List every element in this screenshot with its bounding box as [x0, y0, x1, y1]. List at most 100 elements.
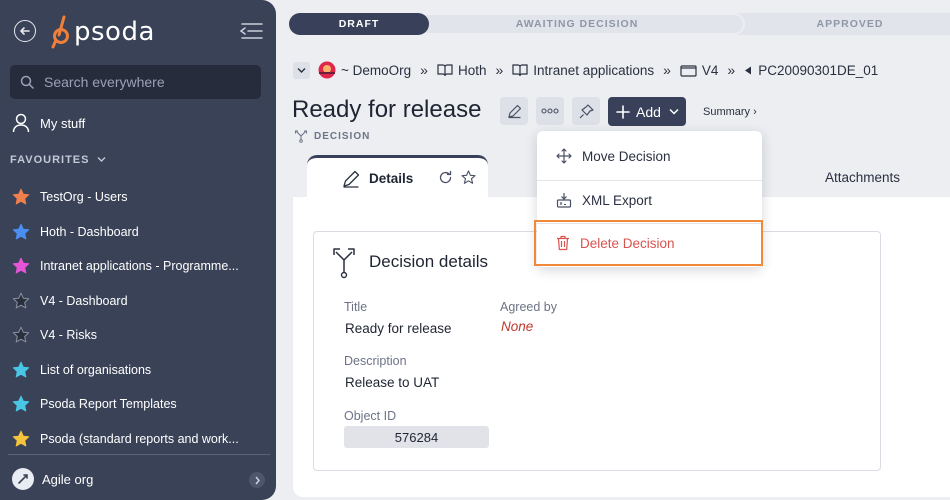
edit-button[interactable] [500, 97, 528, 125]
object-id-value: 576284 [344, 426, 489, 448]
tab-details[interactable]: Details [307, 155, 488, 199]
xml-export-item[interactable]: XML Export [537, 180, 762, 220]
xml-export-icon [556, 193, 572, 208]
caret-left-icon [745, 66, 752, 74]
org-logo-icon [318, 61, 336, 79]
folder-icon [680, 64, 697, 77]
breadcrumb-separator: » [495, 62, 504, 78]
breadcrumb-hoth[interactable]: Hoth [437, 62, 487, 78]
move-decision-item[interactable]: Move Decision [537, 136, 762, 176]
my-stuff-link[interactable]: My stuff [12, 113, 85, 133]
trash-icon [557, 235, 569, 251]
breadcrumb-dropdown-button[interactable] [293, 61, 310, 79]
breadcrumb-v4[interactable]: V4 [680, 62, 719, 78]
page-title: Ready for release [292, 96, 482, 123]
favourite-label: Hoth - Dashboard [40, 224, 139, 239]
logo-text: psoda [74, 17, 155, 47]
tab-details-label: Details [369, 171, 414, 186]
favourite-label: Psoda (standard reports and work... [40, 431, 239, 446]
star-icon [12, 430, 30, 447]
star-icon [12, 326, 30, 343]
object-type-text: DECISION [314, 130, 371, 142]
notify-button[interactable] [572, 97, 600, 125]
breadcrumb-separator: » [420, 62, 428, 78]
breadcrumb-current: PC20090301DE_01 [758, 62, 879, 78]
my-stuff-label: My stuff [40, 115, 86, 131]
chevron-down-icon [297, 67, 306, 73]
favourite-item[interactable]: Hoth - Dashboard [12, 215, 262, 250]
card-heading-text: Decision details [369, 252, 489, 271]
favourite-label: List of organisations [40, 362, 152, 377]
org-icon [12, 468, 34, 490]
favourite-item[interactable]: Psoda (standard reports and work... [12, 422, 262, 457]
breadcrumb-hoth-label: Hoth [457, 62, 487, 78]
book-icon [512, 64, 528, 77]
breadcrumb-intranet-label: Intranet applications [533, 62, 655, 78]
breadcrumb-intranet[interactable]: Intranet applications [512, 63, 654, 78]
delete-decision-item[interactable]: Delete Decision [534, 220, 763, 266]
search-box[interactable] [10, 65, 261, 99]
status-step-draft: DRAFT [289, 13, 429, 35]
add-button[interactable]: Add [608, 97, 686, 126]
user-icon [12, 113, 30, 133]
breadcrumb-separator: » [727, 62, 736, 78]
psoda-logo[interactable]: psoda [50, 14, 155, 50]
star-icon [12, 361, 30, 378]
breadcrumb: ~ DemoOrg » Hoth » Intranet applications… [293, 60, 878, 80]
xml-export-label: XML Export [582, 192, 653, 208]
psoda-logo-icon [51, 15, 69, 49]
chevron-right-icon[interactable] [249, 472, 265, 488]
favourites-heading[interactable]: FAVOURITES [10, 154, 106, 166]
favourite-item[interactable]: Intranet applications - Programme... [12, 249, 262, 284]
title-value: Ready for release [345, 321, 452, 336]
favourites-heading-label: FAVOURITES [10, 154, 90, 166]
add-button-label: Add [636, 103, 661, 120]
star-icon [12, 257, 30, 274]
tab-actions [438, 170, 476, 185]
tab-attachments[interactable]: Attachments [825, 170, 900, 185]
decision-icon [294, 130, 308, 143]
move-decision-label: Move Decision [582, 148, 671, 164]
breadcrumb-v4-label: V4 [701, 62, 719, 78]
breadcrumb-org[interactable]: ~ DemoOrg [318, 61, 411, 79]
star-outline-icon[interactable] [461, 170, 476, 185]
breadcrumb-org-label: ~ DemoOrg [341, 62, 412, 78]
status-step-awaiting: AWAITING DECISION [409, 13, 745, 35]
star-icon [12, 188, 30, 205]
move-icon [556, 148, 572, 164]
favourite-item[interactable]: V4 - Risks [12, 318, 262, 353]
bell-icon [579, 103, 594, 118]
agreed-by-label: Agreed by [500, 300, 557, 314]
chevron-down-icon [669, 108, 679, 115]
star-icon [12, 395, 30, 412]
description-label: Description [344, 354, 407, 368]
favourite-item[interactable]: TestOrg - Users [12, 180, 262, 215]
delete-decision-label: Delete Decision [580, 235, 675, 251]
more-options-menu: Move Decision XML Export Delete Decision [534, 131, 763, 267]
favourite-label: V4 - Dashboard [40, 293, 128, 308]
description-value: Release to UAT [345, 375, 440, 390]
favourites-list: TestOrg - Users Hoth - Dashboard Intranet … [12, 180, 262, 456]
summary-link[interactable]: Summary › [703, 106, 757, 118]
title-label: Title [344, 300, 368, 314]
refresh-icon[interactable] [438, 170, 453, 185]
favourite-label: V4 - Risks [40, 328, 97, 343]
favourite-label: Intranet applications - Programme... [40, 259, 239, 274]
object-id-label: Object ID [344, 409, 397, 423]
pencil-icon [343, 170, 360, 188]
favourite-label: TestOrg - Users [40, 190, 128, 205]
pencil-icon [507, 104, 521, 118]
sidebar: psoda My stuff FAVOURITES TestOrg - User… [0, 0, 276, 500]
more-options-button[interactable] [536, 97, 564, 125]
object-type-label: DECISION [294, 129, 370, 143]
chevron-down-icon [97, 157, 106, 162]
org-switcher[interactable]: Agile org [12, 468, 93, 490]
favourite-item[interactable]: List of organisations [12, 353, 262, 388]
back-icon[interactable] [14, 20, 36, 42]
breadcrumb-separator: » [663, 62, 671, 78]
status-step-approved: APPROVED [725, 13, 950, 35]
favourite-item[interactable]: Psoda Report Templates [12, 387, 262, 422]
collapse-sidebar-icon[interactable] [238, 22, 264, 40]
search-input[interactable] [44, 74, 244, 90]
favourite-item[interactable]: V4 - Dashboard [12, 284, 262, 319]
